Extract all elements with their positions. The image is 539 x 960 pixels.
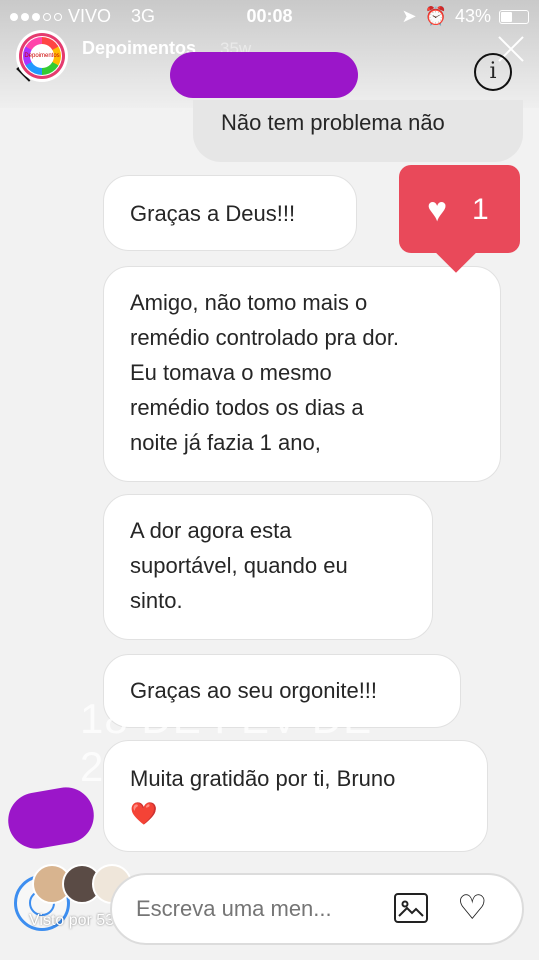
message-line: noite já fazia 1 ano, [130, 430, 321, 455]
received-message: Amigo, não tomo mais o remédio controlad… [103, 266, 501, 482]
avatar[interactable]: Depoimentos [16, 30, 68, 82]
message-line: suportável, quando eu [130, 553, 348, 578]
avatar-logo-text: Depoimentos [24, 44, 60, 68]
battery-percent: 43% [454, 6, 491, 26]
privacy-smudge [3, 782, 99, 854]
received-message: Muita gratidão por ti, Bruno ❤️ [103, 740, 488, 852]
gallery-icon[interactable] [394, 893, 428, 923]
message-input[interactable] [134, 895, 378, 923]
more-label[interactable]: Mais [467, 914, 494, 929]
red-heart-emoji: ❤️ [130, 801, 158, 826]
message-line: Amigo, não tomo mais o [130, 290, 368, 315]
like-badge: ♥ 1 [399, 165, 520, 273]
location-icon: ➤ [401, 6, 417, 26]
more-dots-icon[interactable]: ••• [472, 878, 493, 894]
info-icon[interactable]: i [474, 53, 512, 91]
battery-icon [499, 9, 529, 24]
message-line: remédio controlado pra dor. [130, 325, 400, 350]
heart-icon: ♥ [427, 191, 448, 229]
viewers-count[interactable]: Visto por 536 [29, 912, 123, 930]
message-line: A dor agora esta [130, 518, 292, 543]
like-count: 1 [472, 193, 489, 226]
message-line: Graças a Deus!!! [130, 201, 296, 226]
sent-message: Não tem problema não [193, 100, 523, 162]
message-line: sinto. [130, 588, 183, 613]
received-message: Graças a Deus!!! [103, 175, 357, 251]
status-right: ➤ ⏰ 43% [401, 6, 529, 27]
message-line: Muita gratidão por ti, Bruno [130, 766, 396, 791]
received-message: A dor agora esta suportável, quando eu s… [103, 494, 433, 640]
message-line: Eu tomava o mesmo [130, 360, 332, 385]
privacy-smudge [170, 52, 358, 98]
alarm-icon: ⏰ [424, 6, 447, 26]
message-line: remédio todos os dias a [130, 395, 364, 420]
status-bar: VIVO 3G 00:08 ➤ ⏰ 43% [0, 0, 539, 34]
